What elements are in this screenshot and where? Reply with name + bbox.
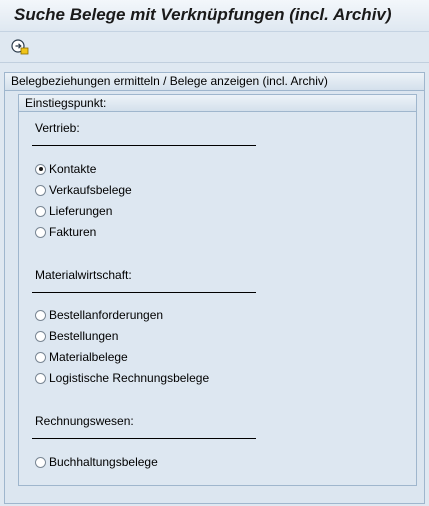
execute-icon[interactable] bbox=[10, 37, 30, 57]
radio-button[interactable] bbox=[35, 372, 46, 384]
application-toolbar bbox=[0, 32, 429, 63]
group-header: Einstiegspunkt: bbox=[19, 95, 416, 112]
radio-label: Bestellungen bbox=[49, 329, 119, 343]
radio-button[interactable] bbox=[35, 456, 46, 468]
radio-button[interactable] bbox=[35, 226, 46, 238]
section-divider bbox=[32, 292, 256, 293]
radio-verkaufsbelege[interactable]: Verkaufsbelege bbox=[35, 182, 132, 198]
panel-header: Belegbeziehungen ermitteln / Belege anze… bbox=[5, 73, 424, 91]
radio-label: Materialbelege bbox=[49, 350, 128, 364]
radio-label: Logistische Rechnungsbelege bbox=[49, 371, 210, 385]
section-divider bbox=[32, 438, 256, 439]
title-bar: Suche Belege mit Verknüpfungen (incl. Ar… bbox=[0, 0, 429, 32]
radio-bestellanforderungen[interactable]: Bestellanforderungen bbox=[35, 307, 163, 323]
document-relationship-panel: Belegbeziehungen ermitteln / Belege anze… bbox=[4, 72, 425, 504]
section-label-materialwirtschaft: Materialwirtschaft: bbox=[35, 268, 132, 282]
radio-materialbelege[interactable]: Materialbelege bbox=[35, 349, 128, 365]
section-label-vertrieb: Vertrieb: bbox=[35, 121, 80, 135]
radio-label: Verkaufsbelege bbox=[49, 183, 132, 197]
radio-lieferungen[interactable]: Lieferungen bbox=[35, 203, 112, 219]
radio-logistische-rechnungsbelege[interactable]: Logistische Rechnungsbelege bbox=[35, 370, 209, 386]
radio-label: Kontakte bbox=[49, 162, 97, 176]
radio-button[interactable] bbox=[35, 184, 46, 196]
radio-button[interactable] bbox=[35, 163, 46, 175]
radio-bestellungen[interactable]: Bestellungen bbox=[35, 328, 118, 344]
radio-label: Fakturen bbox=[49, 225, 97, 239]
section-divider bbox=[32, 145, 256, 146]
radio-button[interactable] bbox=[35, 351, 46, 363]
section-label-rechnungswesen: Rechnungswesen: bbox=[35, 414, 134, 428]
radio-label: Buchhaltungsbelege bbox=[49, 455, 158, 469]
radio-button[interactable] bbox=[35, 330, 46, 342]
radio-kontakte[interactable]: Kontakte bbox=[35, 161, 96, 177]
window-title: Suche Belege mit Verknüpfungen (incl. Ar… bbox=[14, 5, 392, 24]
radio-label: Bestellanforderungen bbox=[49, 308, 164, 322]
entry-point-group: Einstiegspunkt: Vertrieb: Kontakte Verka… bbox=[18, 94, 417, 486]
radio-buchhaltungsbelege[interactable]: Buchhaltungsbelege bbox=[35, 454, 158, 470]
radio-fakturen[interactable]: Fakturen bbox=[35, 224, 96, 240]
radio-button[interactable] bbox=[35, 205, 46, 217]
radio-button[interactable] bbox=[35, 309, 46, 321]
radio-label: Lieferungen bbox=[49, 204, 113, 218]
